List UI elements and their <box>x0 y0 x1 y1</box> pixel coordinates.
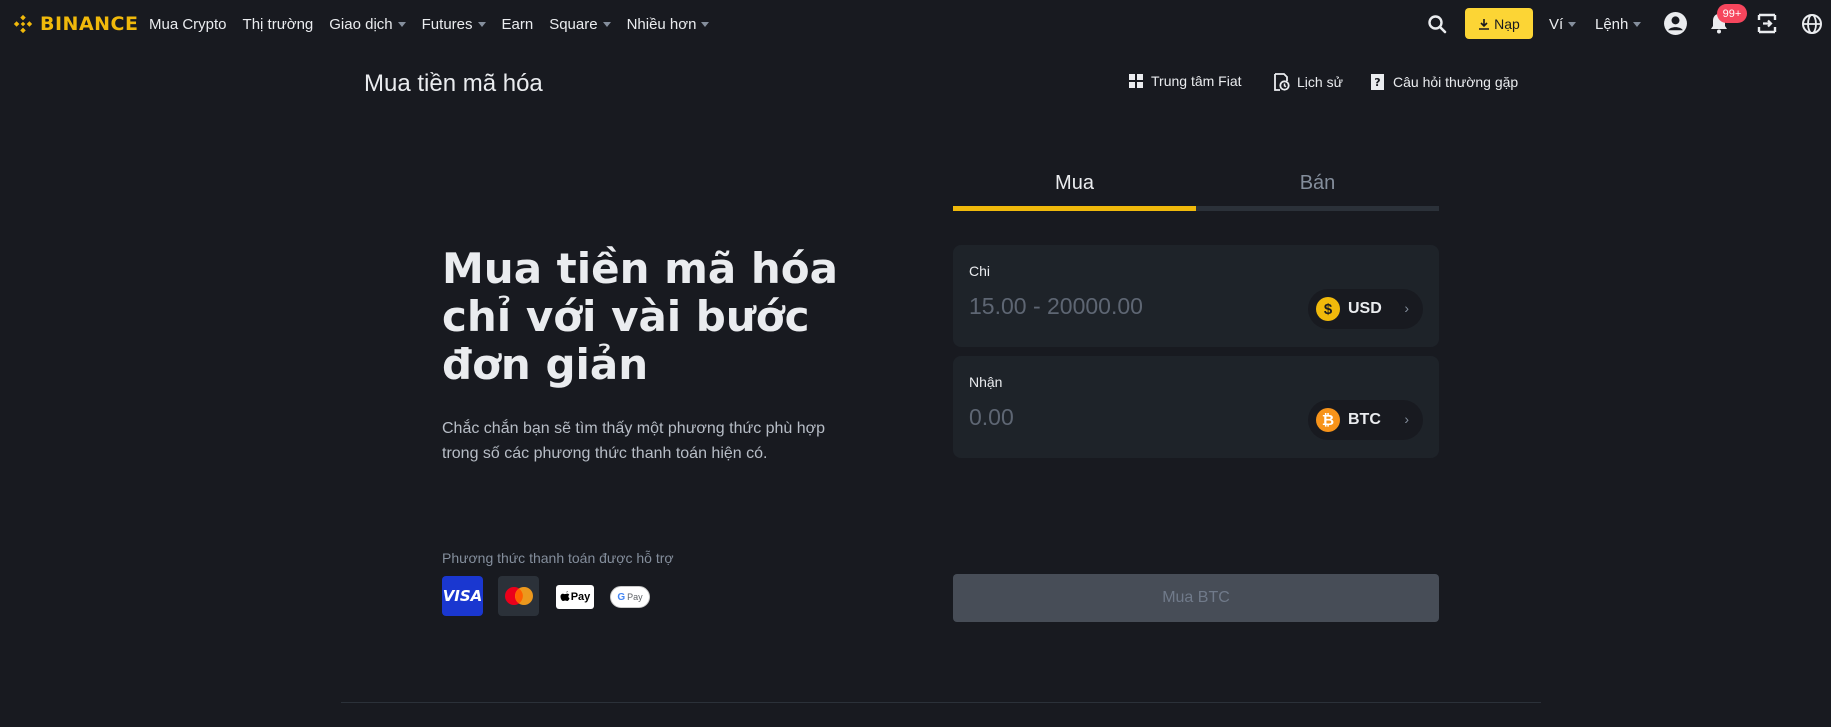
globe-icon[interactable] <box>1801 13 1823 35</box>
orders-menu[interactable]: Lệnh <box>1595 0 1642 48</box>
chevron-right-icon: › <box>1404 300 1409 316</box>
receive-label: Nhận <box>969 374 1003 390</box>
main-menu: Mua Crypto Thị trường Giao dịch Futures … <box>149 0 725 48</box>
apple-pay-logo: Pay <box>556 585 594 609</box>
tab-sell[interactable]: Bán <box>1196 172 1439 195</box>
binance-logo-icon <box>13 14 33 34</box>
receive-currency-selector[interactable]: ₿ BTC › <box>1308 400 1423 440</box>
chevron-right-icon: › <box>1404 411 1409 427</box>
mastercard-logo <box>498 576 539 616</box>
user-icon[interactable] <box>1663 11 1688 36</box>
nav-label: Square <box>549 15 598 33</box>
link-label: Lịch sử <box>1297 74 1343 90</box>
download-icon <box>1479 18 1490 30</box>
top-navbar: BINANCE Mua Crypto Thị trường Giao dịch … <box>0 0 1831 48</box>
nav-earn[interactable]: Earn <box>502 16 534 33</box>
notification-badge: 99+ <box>1717 4 1747 23</box>
receive-field: Nhận 0.00 ₿ BTC › <box>953 356 1439 458</box>
caret-down-icon <box>701 21 710 27</box>
apple-icon <box>560 591 570 601</box>
wallet-label: Ví <box>1549 15 1564 33</box>
tab-active-indicator <box>953 206 1196 211</box>
nav-label: Nhiều hơn <box>626 15 697 33</box>
caret-down-icon <box>397 21 406 27</box>
hero-title: Mua tiền mã hóa chỉ với vài bước đơn giả… <box>442 244 838 389</box>
nav-square[interactable]: Square <box>549 15 611 33</box>
usd-symbol: $ <box>1323 300 1333 318</box>
nav-mua-crypto[interactable]: Mua Crypto <box>149 16 227 33</box>
nav-label: Mua Crypto <box>149 15 227 33</box>
wallet-menu[interactable]: Ví <box>1549 0 1577 48</box>
hero-subtitle: Chắc chắn bạn sẽ tìm thấy một phương thứ… <box>442 420 826 462</box>
spend-currency: USD <box>1348 300 1382 317</box>
spend-field: Chi 15.00 - 20000.00 $ USD › <box>953 245 1439 347</box>
buy-btc-button[interactable]: Mua BTC <box>953 574 1439 622</box>
deposit-label: Nạp <box>1494 15 1520 32</box>
receive-currency: BTC <box>1348 411 1381 428</box>
orders-label: Lệnh <box>1595 15 1629 33</box>
faq-icon: ? <box>1371 74 1384 90</box>
nav-label: Futures <box>421 15 473 33</box>
payment-methods-label: Phương thức thanh toán được hỗ trợ <box>442 550 674 566</box>
deposit-button[interactable]: Nạp <box>1465 8 1533 39</box>
page-title: Mua tiền mã hóa <box>364 70 543 97</box>
tab-buy[interactable]: Mua <box>953 172 1196 195</box>
brand-name: BINANCE <box>40 13 139 35</box>
nav-thi-truong[interactable]: Thị trường <box>243 16 314 33</box>
tab-label: Mua <box>1055 172 1094 194</box>
caret-down-icon <box>602 21 611 27</box>
link-history[interactable]: Lịch sử <box>1272 73 1343 91</box>
mastercard-icon <box>504 587 533 605</box>
visa-logo: VISA <box>442 576 483 616</box>
footer-divider <box>341 702 1541 703</box>
link-fiat-center[interactable]: Trung tâm Fiat <box>1128 73 1242 89</box>
caret-down-icon <box>477 21 486 27</box>
tab-label: Bán <box>1299 172 1336 194</box>
grid-icon <box>1129 74 1143 88</box>
btc-symbol: ₿ <box>1321 411 1335 429</box>
receive-input[interactable]: 0.00 <box>969 404 1014 431</box>
link-label: Câu hỏi thường gặp <box>1393 74 1519 90</box>
nav-label: Earn <box>501 15 534 33</box>
link-faq[interactable]: ? Câu hỏi thường gặp <box>1369 73 1518 91</box>
binance-logo[interactable]: BINANCE <box>12 13 138 35</box>
nav-futures[interactable]: Futures <box>422 16 486 33</box>
nav-giao-dich[interactable]: Giao dịch <box>329 15 406 33</box>
nav-more[interactable]: Nhiều hơn <box>627 16 710 33</box>
nav-label: Thị trường <box>242 15 314 33</box>
spend-input[interactable]: 15.00 - 20000.00 <box>969 293 1143 320</box>
svg-text:?: ? <box>1374 76 1380 89</box>
usd-coin-icon: $ <box>1316 297 1340 321</box>
spend-currency-selector[interactable]: $ USD › <box>1308 289 1423 329</box>
apple-pay-text: Pay <box>570 591 591 603</box>
google-pay-text: Pay <box>627 592 643 602</box>
caret-down-icon <box>1568 21 1577 27</box>
search-icon[interactable] <box>1427 14 1447 34</box>
btc-coin-icon: ₿ <box>1316 408 1340 432</box>
qr-download-icon[interactable] <box>1757 13 1777 34</box>
history-icon <box>1274 73 1290 91</box>
nav-label: Giao dịch <box>329 15 393 33</box>
spend-label: Chi <box>969 263 991 279</box>
link-label: Trung tâm Fiat <box>1151 73 1242 89</box>
visa-text: VISA <box>442 587 483 605</box>
caret-down-icon <box>1633 21 1642 27</box>
google-pay-logo: G Pay <box>610 586 650 608</box>
google-g-icon: G <box>617 591 626 603</box>
